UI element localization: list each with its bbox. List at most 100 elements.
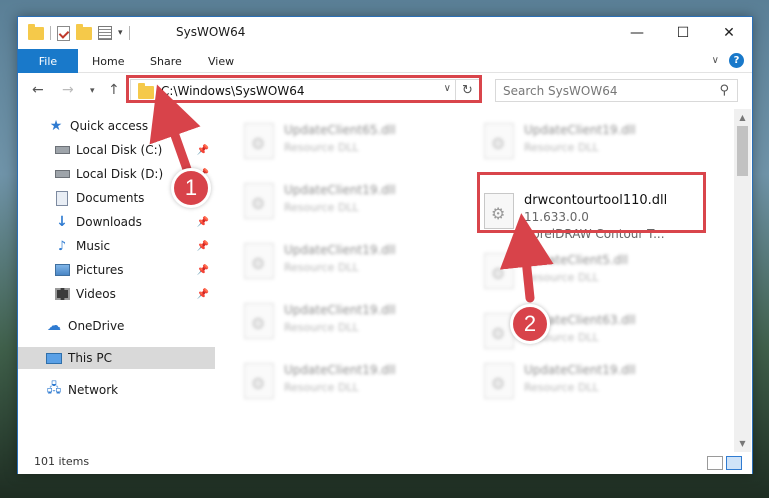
sidebar-item-label: Local Disk (C:) xyxy=(76,143,163,157)
customize-toolbar-dropdown-icon[interactable]: ▾ xyxy=(118,28,123,38)
sidebar-item-label: Network xyxy=(68,383,119,397)
navigation-pane: ★ Quick access Local Disk (C:) 📌 Local D… xyxy=(18,109,215,443)
file-type: Resource DLL xyxy=(524,381,599,394)
vertical-scrollbar[interactable]: ▲ ▼ xyxy=(734,109,751,452)
sidebar-item-local-disk-c[interactable]: Local Disk (C:) 📌 xyxy=(18,139,215,161)
search-input[interactable]: Search SysWOW64 ⚲ xyxy=(495,79,738,102)
list-item[interactable]: UpdateClient65.dll Resource DLL xyxy=(238,115,458,167)
sidebar-item-quick-access[interactable]: ★ Quick access xyxy=(18,115,215,137)
tab-file[interactable]: File xyxy=(18,49,78,73)
properties-check-icon[interactable] xyxy=(57,25,70,41)
pin-icon[interactable]: 📌 xyxy=(197,289,209,300)
pin-icon[interactable]: 📌 xyxy=(197,217,209,228)
tab-share[interactable]: Share xyxy=(150,49,182,73)
dll-file-icon xyxy=(244,243,274,279)
sidebar-item-label: Documents xyxy=(76,191,145,205)
new-folder-icon[interactable] xyxy=(76,23,92,40)
toolbar-divider xyxy=(128,26,130,40)
pin-icon[interactable]: 📌 xyxy=(197,145,209,156)
downloads-icon: ↓ xyxy=(56,214,68,230)
sidebar-item-label: Pictures xyxy=(76,263,124,277)
list-item[interactable]: UpdateClient19.dll Resource DLL xyxy=(238,175,458,227)
videos-icon xyxy=(54,286,70,302)
dll-file-icon xyxy=(244,183,274,219)
dll-file-icon xyxy=(244,303,274,339)
this-pc-icon xyxy=(46,350,62,366)
toolbar-divider xyxy=(50,26,51,40)
sidebar-item-label: Downloads xyxy=(76,215,142,229)
window-title: SysWOW64 xyxy=(176,25,246,39)
sidebar-item-onedrive[interactable]: ☁ OneDrive xyxy=(18,315,215,337)
forward-arrow-icon[interactable]: → xyxy=(62,82,74,98)
properties-icon[interactable] xyxy=(98,26,112,40)
status-bar: 101 items xyxy=(18,452,752,474)
dll-file-icon xyxy=(484,313,514,349)
tab-view[interactable]: View xyxy=(208,49,234,73)
dll-file-icon xyxy=(484,363,514,399)
title-bar: ▾ SysWOW64 — ☐ ✕ xyxy=(18,17,752,49)
large-icons-view-icon[interactable] xyxy=(726,456,742,470)
file-name: UpdateClient19.dll xyxy=(284,303,396,317)
scroll-up-icon[interactable]: ▲ xyxy=(734,109,751,126)
drive-icon xyxy=(54,142,70,158)
minimize-button[interactable]: — xyxy=(614,17,660,49)
help-icon[interactable]: ? xyxy=(729,53,744,68)
pictures-icon xyxy=(54,262,70,278)
file-name: UpdateClient5.dll xyxy=(524,253,628,267)
sidebar-item-label: Videos xyxy=(76,287,116,301)
documents-icon xyxy=(54,190,70,206)
pin-icon[interactable]: 📌 xyxy=(197,265,209,276)
ribbon-tabs: File Home Share View ∨ ? xyxy=(18,49,752,73)
maximize-button[interactable]: ☐ xyxy=(660,17,706,49)
pin-icon[interactable]: 📌 xyxy=(197,241,209,252)
sidebar-item-network[interactable]: 🖧 Network xyxy=(18,379,215,401)
dll-file-icon xyxy=(244,363,274,399)
music-icon: ♪ xyxy=(57,238,67,254)
up-arrow-icon[interactable]: ↑ xyxy=(108,82,120,98)
drive-icon xyxy=(54,166,70,182)
back-arrow-icon[interactable]: ← xyxy=(32,82,44,98)
details-view-icon[interactable] xyxy=(707,456,723,470)
view-switcher xyxy=(707,456,742,470)
file-type: Resource DLL xyxy=(284,201,359,214)
list-item[interactable]: UpdateClient19.dll Resource DLL xyxy=(238,295,458,347)
sidebar-item-videos[interactable]: Videos 📌 xyxy=(18,283,215,305)
sidebar-item-label: OneDrive xyxy=(68,319,125,333)
file-type: Resource DLL xyxy=(284,321,359,334)
callout-step-2: 2 xyxy=(510,304,550,344)
callout-step-1: 1 xyxy=(171,168,211,208)
list-item[interactable]: UpdateClient19.dll Resource DLL xyxy=(238,355,458,407)
file-name: UpdateClient19.dll xyxy=(284,363,396,377)
sidebar-item-pictures[interactable]: Pictures 📌 xyxy=(18,259,215,281)
file-highlight xyxy=(477,172,706,233)
expand-ribbon-icon[interactable]: ∨ xyxy=(712,55,719,66)
file-name: UpdateClient65.dll xyxy=(284,123,396,137)
sidebar-item-music[interactable]: ♪ Music 📌 xyxy=(18,235,215,257)
file-name: UpdateClient19.dll xyxy=(524,123,636,137)
file-type: Resource DLL xyxy=(284,141,359,154)
sidebar-item-label: Local Disk (D:) xyxy=(76,167,164,181)
tab-home[interactable]: Home xyxy=(92,49,124,73)
file-name: UpdateClient19.dll xyxy=(284,243,396,257)
sidebar-item-downloads[interactable]: ↓ Downloads 📌 xyxy=(18,211,215,233)
scrollbar-thumb[interactable] xyxy=(737,126,748,176)
close-button[interactable]: ✕ xyxy=(706,17,752,49)
file-type: Resource DLL xyxy=(284,381,359,394)
search-icon[interactable]: ⚲ xyxy=(719,83,729,98)
list-item[interactable]: UpdateClient5.dll Resource DLL xyxy=(478,245,698,297)
dll-file-icon xyxy=(484,123,514,159)
list-item[interactable]: UpdateClient19.dll Resource DLL xyxy=(478,355,698,407)
file-name: UpdateClient19.dll xyxy=(284,183,396,197)
list-item[interactable]: UpdateClient19.dll Resource DLL xyxy=(238,235,458,287)
file-type: Resource DLL xyxy=(524,271,599,284)
recent-locations-chevron-icon[interactable]: ▾ xyxy=(90,86,95,96)
file-type: Resource DLL xyxy=(524,141,599,154)
file-type: Resource DLL xyxy=(284,261,359,274)
sidebar-item-this-pc[interactable]: This PC xyxy=(18,347,215,369)
window-controls: — ☐ ✕ xyxy=(614,17,752,49)
list-item[interactable]: UpdateClient19.dll Resource DLL xyxy=(478,115,698,167)
address-bar-highlight xyxy=(126,75,482,103)
file-list: UpdateClient65.dll Resource DLL UpdateCl… xyxy=(216,109,734,443)
sidebar-item-label: This PC xyxy=(68,351,112,365)
scroll-down-icon[interactable]: ▼ xyxy=(734,435,751,452)
